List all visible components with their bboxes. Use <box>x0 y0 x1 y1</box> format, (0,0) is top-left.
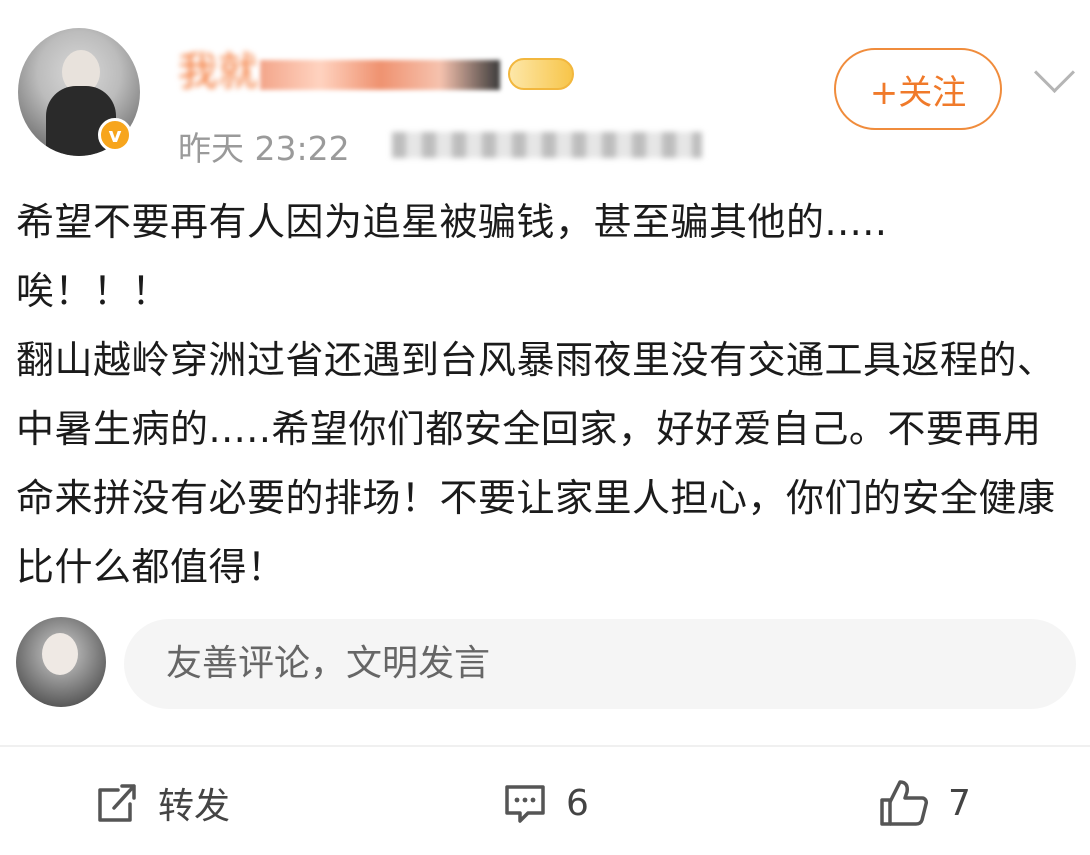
divider <box>0 745 1090 747</box>
repost-button[interactable]: 转发 <box>94 775 230 831</box>
comment-icon <box>505 785 545 823</box>
current-user-avatar <box>16 617 106 707</box>
post-paragraph-3: 翻山越岭穿洲过省还遇到台风暴雨夜里没有交通工具返程的、中暑生病的.....希望你… <box>16 338 1056 589</box>
like-button[interactable]: 7 <box>878 775 971 831</box>
like-count: 7 <box>948 782 971 824</box>
thumbs-up-icon <box>880 780 928 826</box>
post-content: 希望不要再有人因为追星被骗钱，甚至骗其他的..... 唉！！！ 翻山越岭穿洲过省… <box>16 188 1076 602</box>
post-source-redacted <box>392 132 702 158</box>
post-paragraph-2: 唉！！！ <box>16 269 171 313</box>
post-paragraph-1: 希望不要再有人因为追星被骗钱，甚至骗其他的..... <box>16 200 888 244</box>
chevron-down-icon[interactable] <box>1033 51 1076 94</box>
repost-label: 转发 <box>158 786 231 827</box>
comment-input[interactable]: 友善评论，文明发言 <box>124 619 1076 709</box>
comment-button[interactable]: 6 <box>502 775 589 831</box>
verified-badge-icon: v <box>98 118 132 152</box>
avatar-face <box>42 633 78 675</box>
follow-button[interactable]: +关注 <box>834 48 1002 130</box>
username-redacted-block <box>260 60 500 90</box>
post-time: 昨天 23:22 <box>178 129 350 168</box>
member-level-badge <box>508 58 574 90</box>
comment-count: 6 <box>566 782 589 824</box>
repost-icon <box>98 784 136 822</box>
